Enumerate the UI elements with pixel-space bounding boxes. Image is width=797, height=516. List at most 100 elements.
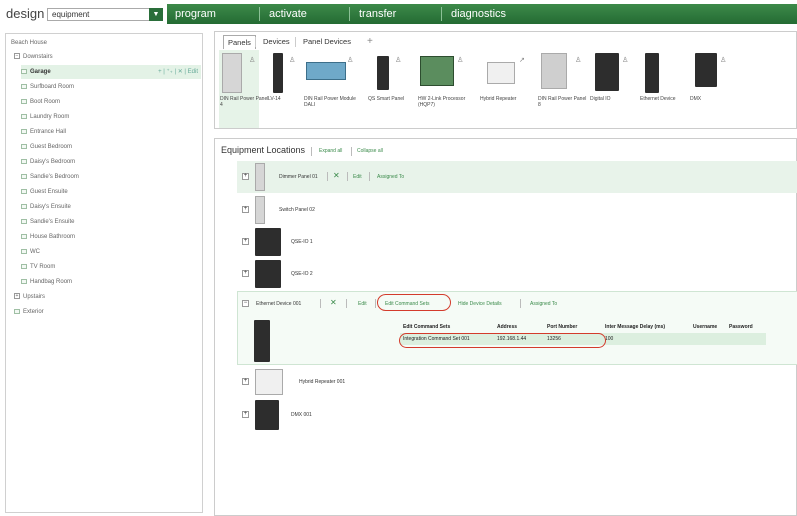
- room-icon: [21, 263, 27, 269]
- tree-item-room[interactable]: House Bathroom: [21, 230, 75, 244]
- tree-item-room[interactable]: Sandie's Ensuite: [21, 215, 75, 229]
- nav-transfer[interactable]: transfer: [359, 4, 396, 24]
- user-icon: ♙: [347, 57, 354, 64]
- equipment-palette: Panels Devices Panel Devices + ♙ DIN Rai…: [214, 31, 797, 129]
- top-bar: design equipment ▼ program activate tran…: [0, 0, 797, 26]
- location-row-dmx[interactable]: + DMX 001: [237, 399, 537, 431]
- assigned-to-link[interactable]: Assigned To: [377, 174, 404, 180]
- device-thumbnail: [306, 62, 346, 80]
- tree-item-room[interactable]: Boot Room: [21, 95, 60, 109]
- tree-label: Surfboard Room: [30, 84, 75, 90]
- tree-item-room[interactable]: WC: [21, 245, 40, 259]
- tree-item-upstairs[interactable]: + Upstairs: [14, 290, 45, 304]
- expand-icon[interactable]: +: [242, 206, 249, 213]
- user-icon: ♙: [249, 57, 256, 64]
- column-header: Username: [693, 323, 718, 330]
- tree-root[interactable]: Beach House: [11, 36, 47, 50]
- add-tab-icon[interactable]: +: [363, 35, 377, 49]
- location-row-qse-io-2[interactable]: + QSE-IO 2: [237, 259, 537, 289]
- tree-item-room[interactable]: Guest Ensuite: [21, 185, 68, 199]
- palette-item-din-rail-power-module-dali[interactable]: ♙ DIN Rail Power Module DALI: [303, 50, 356, 128]
- expand-icon[interactable]: +: [14, 293, 20, 300]
- divider: [311, 147, 312, 156]
- palette-item-hybrid-repeater[interactable]: ↗ Hybrid Repeater: [479, 50, 525, 128]
- tree-item-room[interactable]: Daisy's Ensuite: [21, 200, 71, 214]
- divider: [375, 299, 376, 308]
- device-thumbnail: [420, 56, 454, 86]
- hide-device-details-link[interactable]: Hide Device Details: [458, 301, 502, 307]
- location-row-dimmer-panel[interactable]: + Dimmer Panel 01 ✕ Edit Assigned To: [237, 161, 797, 193]
- palette-item-dmx[interactable]: ♙ DMX: [689, 50, 729, 128]
- link-icon: ↗: [519, 57, 525, 64]
- delete-icon[interactable]: ✕: [330, 298, 337, 307]
- nav-diagnostics[interactable]: diagnostics: [451, 4, 506, 24]
- room-tools[interactable]: + | ⁺₊ | ✕ | Edit: [158, 65, 198, 79]
- room-icon: [14, 308, 20, 314]
- chevron-down-icon[interactable]: ▼: [149, 8, 163, 21]
- nav-program[interactable]: program: [175, 4, 216, 24]
- room-icon: [21, 158, 27, 164]
- tree-item-room[interactable]: Handbag Room: [21, 275, 72, 289]
- cell-username[interactable]: [690, 333, 726, 345]
- mode-select[interactable]: equipment ▼: [47, 8, 163, 21]
- tab-panel-devices[interactable]: Panel Devices: [299, 35, 355, 49]
- tree-item-room[interactable]: TV Room: [21, 260, 55, 274]
- tree-label: Downstairs: [23, 54, 53, 60]
- expand-all-link[interactable]: Expand all: [319, 148, 342, 154]
- palette-item-ethernet-device[interactable]: Ethernet Device: [639, 50, 685, 128]
- tab-panels[interactable]: Panels: [223, 35, 256, 49]
- collapse-all-link[interactable]: Collapse all: [357, 148, 383, 154]
- expand-icon[interactable]: +: [242, 270, 249, 277]
- device-label: Digital IO: [590, 96, 611, 102]
- cell-delay[interactable]: 100: [602, 333, 690, 345]
- expand-icon[interactable]: +: [242, 173, 249, 180]
- tree-label: Upstairs: [23, 294, 46, 300]
- expand-icon[interactable]: +: [242, 411, 249, 418]
- tree-label: WC: [30, 249, 40, 255]
- edit-link[interactable]: Edit: [353, 174, 362, 180]
- location-row-switch-panel[interactable]: + Switch Panel 02: [237, 195, 537, 225]
- tree-item-room[interactable]: Entrance Hall: [21, 125, 66, 139]
- location-row-ethernet-device[interactable]: − Ethernet Device 001 ✕ Edit Edit Comman…: [237, 291, 797, 365]
- collapse-icon[interactable]: −: [242, 300, 249, 307]
- palette-item-din-rail-power-panel-8[interactable]: ♙ DIN Rail Power Panel 8: [537, 50, 586, 128]
- tree-label: Daisy's Bedroom: [30, 159, 76, 165]
- location-row-qse-io-1[interactable]: + QSE-IO 1: [237, 227, 537, 257]
- tree-item-room[interactable]: Guest Bedroom: [21, 140, 72, 154]
- expand-icon[interactable]: +: [242, 378, 249, 385]
- cell-password[interactable]: [726, 333, 766, 345]
- device-thumbnail: [255, 228, 281, 256]
- tree-item-garage[interactable]: Garage + | ⁺₊ | ✕ | Edit: [21, 65, 201, 79]
- location-tree: Beach House − Downstairs Garage + | ⁺₊ | …: [5, 33, 203, 513]
- collapse-icon[interactable]: −: [14, 53, 20, 60]
- tab-devices[interactable]: Devices: [259, 35, 294, 49]
- divider: [346, 299, 347, 308]
- assigned-to-link[interactable]: Assigned To: [530, 301, 557, 307]
- expand-icon[interactable]: +: [242, 238, 249, 245]
- room-icon: [21, 128, 27, 134]
- device-name: Ethernet Device 001: [256, 301, 302, 307]
- palette-item-din-rail-power-panel-4[interactable]: ♙ DIN Rail Power Panel 4: [219, 50, 268, 128]
- edit-link[interactable]: Edit: [358, 301, 367, 307]
- device-label: HW 2-Link Processor (HQP7): [418, 96, 466, 108]
- tree-item-room[interactable]: Laundry Room: [21, 110, 69, 124]
- tree-item-downstairs[interactable]: − Downstairs: [14, 50, 53, 64]
- tree-item-room[interactable]: Daisy's Bedroom: [21, 155, 75, 169]
- palette-item-lv-14[interactable]: ♙ LV-14: [267, 50, 307, 128]
- tree-item-room[interactable]: Sandie's Bedroom: [21, 170, 79, 184]
- palette-item-hw-2-link-processor[interactable]: ♙ HW 2-Link Processor (HQP7): [417, 50, 465, 128]
- location-row-hybrid-repeater[interactable]: + Hybrid Repeater 001: [237, 367, 537, 397]
- palette-item-digital-io[interactable]: ♙ Digital IO: [589, 50, 629, 128]
- delete-icon[interactable]: ✕: [333, 171, 340, 180]
- equipment-locations: Equipment Locations Expand all Collapse …: [214, 138, 797, 516]
- room-icon: [21, 68, 27, 74]
- device-thumbnail: [595, 53, 619, 91]
- device-name: QSE-IO 1: [291, 239, 313, 245]
- device-name: Hybrid Repeater 001: [299, 379, 346, 385]
- device-name: DMX 001: [291, 412, 312, 418]
- nav-activate[interactable]: activate: [269, 4, 307, 24]
- tree-item-room[interactable]: Surfboard Room: [21, 80, 74, 94]
- user-icon: ♙: [575, 57, 582, 64]
- tree-item-exterior[interactable]: Exterior: [14, 305, 44, 319]
- palette-item-qs-smart-panel[interactable]: ♙ QS Smart Panel: [367, 50, 407, 128]
